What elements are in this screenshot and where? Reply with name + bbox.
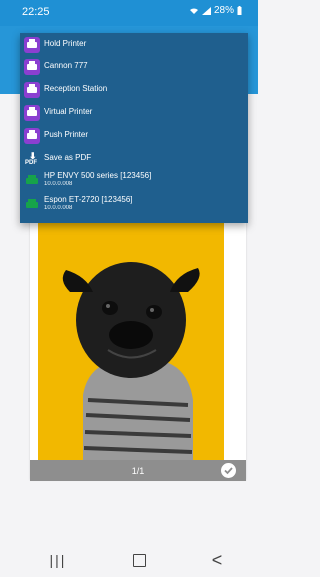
menu-item-label: Reception Station bbox=[44, 84, 108, 93]
menu-item-hold-printer[interactable]: Hold Printer bbox=[20, 35, 248, 57]
signal-icon bbox=[201, 6, 211, 15]
printer-icon bbox=[24, 82, 40, 98]
recents-button[interactable]: ||| bbox=[46, 548, 70, 572]
printer-icon-green bbox=[24, 197, 40, 213]
menu-item-hp-envy[interactable]: HP ENVY 500 series [123456] 10.0.0.008 bbox=[20, 171, 248, 193]
printer-icon bbox=[24, 128, 40, 144]
menu-item-label: Save as PDF bbox=[44, 153, 92, 162]
pug-image bbox=[38, 200, 224, 460]
pdf-download-icon: ⬇ PDF bbox=[25, 151, 37, 166]
wifi-icon bbox=[189, 7, 198, 14]
back-button[interactable]: < bbox=[205, 548, 229, 572]
menu-item-label: Virtual Printer bbox=[44, 107, 93, 116]
page-indicator-bar: 1/1 bbox=[30, 460, 246, 481]
home-icon bbox=[132, 553, 146, 567]
printer-icon bbox=[24, 59, 40, 75]
page-count: 1/1 bbox=[131, 466, 145, 476]
printer-icon bbox=[24, 105, 40, 121]
menu-item-label: HP ENVY 500 series [123456] bbox=[44, 171, 152, 180]
menu-item-label: Cannon 777 bbox=[44, 61, 88, 70]
printer-icon-green bbox=[24, 173, 40, 189]
status-bar: 22:25 28% bbox=[0, 0, 258, 26]
home-button[interactable] bbox=[127, 548, 151, 572]
menu-item-label: Espon ET-2720 [123456] bbox=[44, 195, 133, 204]
menu-item-virtual-printer[interactable]: Virtual Printer bbox=[20, 103, 248, 125]
battery-percent: 28% bbox=[213, 5, 234, 16]
menu-item-ip: 10.0.0.008 bbox=[44, 181, 73, 187]
menu-item-label: Hold Printer bbox=[44, 39, 87, 48]
printer-menu: Hold Printer Cannon 777 Reception Statio… bbox=[20, 33, 248, 223]
menu-item-reception-station[interactable]: Reception Station bbox=[20, 80, 248, 102]
menu-item-label: Push Printer bbox=[44, 130, 89, 139]
menu-item-espon-et-2720[interactable]: Espon ET-2720 [123456] 10.0.0.008 bbox=[20, 195, 248, 217]
menu-item-save-as-pdf[interactable]: ⬇ PDF Save as PDF bbox=[20, 149, 248, 171]
battery-icon bbox=[237, 6, 242, 15]
check-icon[interactable] bbox=[221, 463, 236, 478]
menu-item-push-printer[interactable]: Push Printer bbox=[20, 126, 248, 148]
preview-photo bbox=[38, 200, 224, 460]
system-nav-bar: ||| < bbox=[0, 540, 258, 577]
status-indicators: 28% bbox=[189, 5, 242, 16]
menu-item-ip: 10.0.0.008 bbox=[44, 205, 73, 211]
status-time: 22:25 bbox=[22, 6, 50, 18]
menu-item-cannon-777[interactable]: Cannon 777 bbox=[20, 57, 248, 79]
printer-icon bbox=[24, 37, 40, 53]
